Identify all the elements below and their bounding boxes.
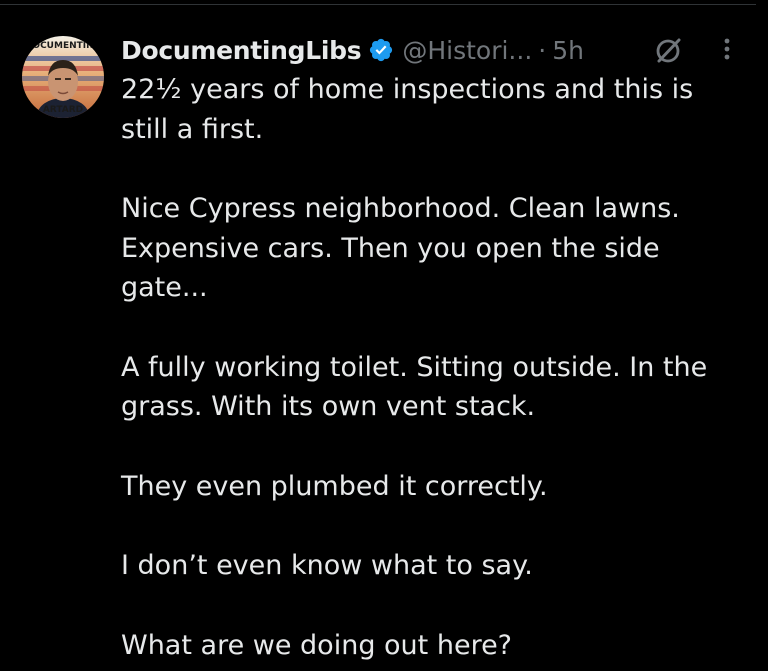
- grok-icon[interactable]: [653, 36, 683, 66]
- post-paragraph: I don’t even know what to say.: [121, 550, 533, 581]
- post-paragraph: Nice Cypress neighborhood. Clean lawns. …: [121, 193, 680, 303]
- top-divider: [0, 4, 756, 5]
- author-handle[interactable]: @Histori...: [402, 36, 532, 65]
- post-text: 22½ years of home inspections and this i…: [121, 70, 741, 665]
- avatar-text-top: DOCUMENTING: [25, 41, 101, 51]
- post-paragraph: They even plumbed it correctly.: [121, 470, 548, 502]
- post-paragraph: 22½ years of home inspections and this i…: [121, 74, 694, 145]
- post-paragraph: A fully working toilet. Sitting outside.…: [121, 351, 708, 423]
- post-header: DocumentingLibs @Histori... · 5h: [121, 30, 584, 70]
- post-paragraph: What are we doing out here?: [121, 629, 513, 661]
- verified-badge-icon[interactable]: [368, 37, 394, 63]
- avatar[interactable]: DOCUMENTING ARTARD: [22, 36, 104, 118]
- avatar-text-bottom: ARTARD: [43, 105, 83, 115]
- more-options-icon[interactable]: [717, 34, 737, 66]
- display-name[interactable]: DocumentingLibs: [121, 36, 362, 65]
- avatar-image: DOCUMENTING ARTARD: [22, 36, 104, 118]
- post-time[interactable]: 5h: [552, 36, 584, 65]
- separator-dot: ·: [538, 35, 547, 65]
